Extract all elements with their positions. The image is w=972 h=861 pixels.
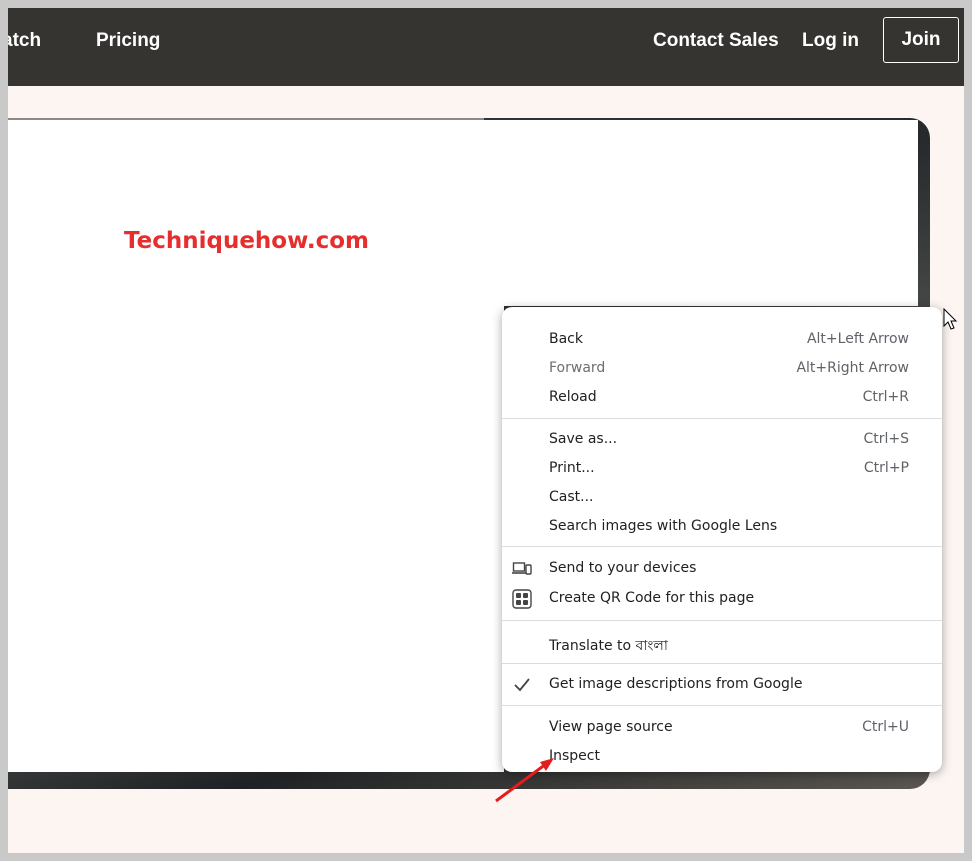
menu-item-label: Send to your devices (549, 560, 697, 576)
qr-code-icon (512, 589, 532, 609)
menu-item-shortcut: Ctrl+P (863, 460, 909, 476)
menu-separator (502, 546, 942, 547)
menu-item-shortcut: Alt+Left Arrow (806, 331, 909, 347)
nav-link-login[interactable]: Log in (802, 30, 859, 52)
join-button[interactable]: Join (883, 17, 959, 63)
context-menu: Back Alt+Left Arrow Forward Alt+Right Ar… (502, 307, 942, 772)
top-navigation-bar: atch Pricing Contact Sales Log in Join (8, 8, 964, 86)
menu-item-label: Print... (549, 460, 595, 476)
menu-item-translate[interactable]: Translate to বাংলা (502, 629, 942, 657)
nav-link-partial[interactable]: atch (8, 30, 41, 52)
menu-separator (502, 620, 942, 621)
menu-item-inspect[interactable]: Inspect (502, 743, 942, 771)
white-overlay-panel-lower (8, 306, 504, 772)
menu-separator (502, 418, 942, 419)
menu-item-forward[interactable]: Forward Alt+Right Arrow (502, 355, 942, 383)
menu-item-print[interactable]: Print... Ctrl+P (502, 455, 942, 483)
menu-item-view-source[interactable]: View page source Ctrl+U (502, 714, 942, 742)
menu-item-label: Translate to বাংলা (549, 638, 668, 654)
menu-item-google-lens[interactable]: Search images with Google Lens (502, 513, 942, 541)
nav-link-pricing[interactable]: Pricing (96, 30, 160, 52)
menu-item-label: Save as... (549, 431, 618, 447)
menu-item-shortcut: Ctrl+U (862, 719, 909, 735)
white-overlay-panel (8, 120, 918, 306)
menu-item-shortcut: Alt+Right Arrow (796, 360, 909, 376)
annotation-arrow-icon (495, 758, 554, 803)
nav-link-contact-sales[interactable]: Contact Sales (653, 30, 779, 52)
menu-item-send-devices[interactable]: Send to your devices (502, 555, 942, 583)
menu-item-qr-code[interactable]: Create QR Code for this page (502, 585, 942, 613)
menu-item-shortcut: Ctrl+R (862, 389, 909, 405)
menu-item-label: Search images with Google Lens (549, 518, 778, 534)
mouse-cursor-icon (943, 308, 958, 330)
checkmark-icon (512, 675, 532, 695)
menu-item-cast[interactable]: Cast... (502, 484, 942, 512)
menu-item-label: View page source (549, 719, 673, 735)
devices-icon (512, 559, 532, 579)
menu-separator (502, 705, 942, 706)
menu-item-shortcut: Ctrl+S (863, 431, 909, 447)
watermark-text: Techniquehow.com (124, 228, 370, 254)
menu-item-label: Cast... (549, 489, 594, 505)
menu-separator (502, 663, 942, 664)
menu-item-save-as[interactable]: Save as... Ctrl+S (502, 426, 942, 454)
menu-item-label: Get image descriptions from Google (549, 676, 803, 692)
menu-item-label: Reload (549, 389, 597, 405)
menu-item-label: Create QR Code for this page (549, 590, 755, 606)
menu-item-back[interactable]: Back Alt+Left Arrow (502, 326, 942, 354)
menu-item-reload[interactable]: Reload Ctrl+R (502, 384, 942, 412)
menu-item-label: Back (549, 331, 583, 347)
menu-item-image-descriptions[interactable]: Get image descriptions from Google (502, 671, 942, 699)
menu-item-label: Forward (549, 360, 606, 376)
